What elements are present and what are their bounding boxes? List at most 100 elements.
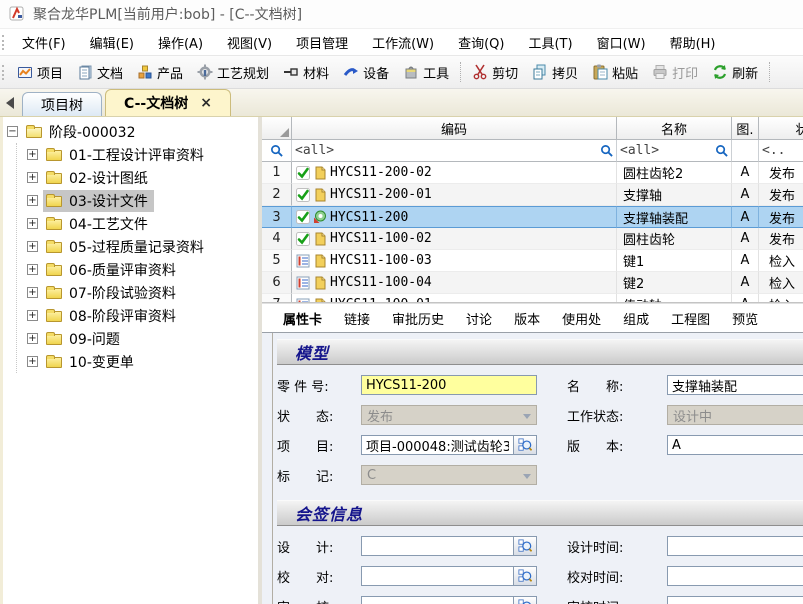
- menu-view[interactable]: 视图(V): [215, 33, 284, 52]
- tab-versions[interactable]: 版本: [503, 309, 551, 328]
- designer-lookup-button[interactable]: [513, 536, 537, 556]
- filter-name[interactable]: <all>: [617, 140, 732, 162]
- folder-icon: [46, 196, 62, 207]
- expand-icon[interactable]: [27, 241, 38, 252]
- tree-item-09[interactable]: 09-问题: [17, 327, 258, 350]
- project-lookup-button[interactable]: [513, 435, 537, 455]
- toolbar-refresh-button[interactable]: 刷新: [705, 60, 765, 85]
- toolbar-process-planning-button[interactable]: 工艺规划: [190, 60, 276, 85]
- checked-out-icon: [296, 210, 310, 224]
- check-time-field[interactable]: [667, 566, 803, 586]
- tree-item-04[interactable]: 04-工艺文件: [17, 212, 258, 235]
- table-row-6[interactable]: 6 HYCS11-100-04 键2 A 检入: [262, 272, 803, 294]
- tab-approval-history[interactable]: 审批历史: [381, 309, 455, 328]
- auditor-lookup-button[interactable]: [513, 596, 537, 604]
- toolbar-cut-button[interactable]: 剪切: [465, 60, 525, 85]
- version-field[interactable]: [667, 435, 803, 455]
- expand-icon[interactable]: [27, 264, 38, 275]
- part-number-field[interactable]: [361, 375, 537, 395]
- filter-code[interactable]: <all>: [292, 140, 617, 162]
- work-state-label: 工作状态:: [567, 406, 667, 425]
- toolbar-print-label: 打印: [672, 63, 698, 82]
- column-header-code[interactable]: 编码: [292, 117, 617, 140]
- tree-item-root[interactable]: 阶段-000032: [7, 120, 258, 143]
- collapse-icon[interactable]: [7, 126, 18, 137]
- menu-window[interactable]: 窗口(W): [585, 33, 658, 52]
- toolbar-document-button[interactable]: 文档: [70, 60, 130, 85]
- tree-item-01[interactable]: 01-工程设计评审资料: [17, 143, 258, 166]
- name-label: 名 称:: [567, 376, 667, 395]
- menu-action[interactable]: 操作(A): [146, 33, 215, 52]
- designer-field[interactable]: [361, 536, 513, 556]
- tree-item-10[interactable]: 10-变更单: [17, 350, 258, 373]
- menu-workflow[interactable]: 工作流(W): [360, 33, 446, 52]
- name-field[interactable]: [667, 375, 803, 395]
- tree-item-05[interactable]: 05-过程质量记录资料: [17, 235, 258, 258]
- table-header-row: 编码 名称 图. 状态: [262, 117, 803, 140]
- tree-item-06[interactable]: 06-质量评审资料: [17, 258, 258, 281]
- audit-time-field[interactable]: [667, 596, 803, 604]
- menu-tools[interactable]: 工具(T): [516, 33, 584, 52]
- tree-item-03[interactable]: 03-设计文件: [17, 189, 258, 212]
- tab-composition[interactable]: 组成: [612, 309, 660, 328]
- toolbar-product-button[interactable]: 产品: [130, 60, 190, 85]
- state-label: 状 态:: [277, 406, 361, 425]
- filter-status[interactable]: <..: [759, 140, 803, 162]
- auditor-field-group: [361, 596, 537, 604]
- table-row-1[interactable]: 1 HYCS11-200-02 圆柱齿轮2 A 发布: [262, 162, 803, 184]
- tree-item-08[interactable]: 08-阶段评审资料: [17, 304, 258, 327]
- tab-engineering-drawing[interactable]: 工程图: [660, 309, 721, 328]
- auditor-field[interactable]: [361, 596, 513, 604]
- expand-icon[interactable]: [27, 356, 38, 367]
- filter-cell[interactable]: [262, 140, 292, 162]
- tree-item-07[interactable]: 07-阶段试验资料: [17, 281, 258, 304]
- toolbar-print-button[interactable]: 打印: [645, 60, 705, 85]
- menu-query[interactable]: 查询(Q): [446, 33, 516, 52]
- expand-icon[interactable]: [27, 195, 38, 206]
- column-header-drawing[interactable]: 图.: [732, 117, 759, 140]
- menu-grip: [2, 35, 7, 50]
- window-title: 聚合龙华PLM[当前用户:bob] - [C--文档树]: [33, 4, 302, 24]
- toolbar-paste-button[interactable]: 粘贴: [585, 60, 645, 85]
- table-row-2[interactable]: 2 HYCS11-200-01 支撑轴 A 发布: [262, 184, 803, 206]
- column-header-name[interactable]: 名称: [617, 117, 732, 140]
- section-signoff: 会签信息: [277, 500, 803, 526]
- tab-close-icon[interactable]: ×: [200, 95, 212, 111]
- tab-project-tree[interactable]: 项目树: [22, 92, 102, 116]
- expand-icon[interactable]: [27, 310, 38, 321]
- table-row-5[interactable]: 5 HYCS11-100-03 键1 A 检入: [262, 250, 803, 272]
- toolbar-material-button[interactable]: 材料: [276, 60, 336, 85]
- expand-icon[interactable]: [27, 149, 38, 160]
- menu-project-mgmt[interactable]: 项目管理: [284, 33, 360, 52]
- table-row-7[interactable]: 7 HYCS11-100-01 传动轴 A 检入: [262, 294, 803, 303]
- tab-discussion[interactable]: 讨论: [455, 309, 503, 328]
- table-row-3-selected[interactable]: 3 HYCS11-200 支撑轴装配 A 发布: [262, 206, 803, 228]
- tree-item-02[interactable]: 02-设计图纸: [17, 166, 258, 189]
- toolbar-tools-button[interactable]: 工具: [396, 60, 456, 85]
- menu-file[interactable]: 文件(F): [10, 33, 78, 52]
- tab-scroll-left-icon[interactable]: [6, 97, 14, 109]
- toolbar-equipment-button[interactable]: 设备: [336, 60, 396, 85]
- tab-links[interactable]: 链接: [333, 309, 381, 328]
- tab-preview[interactable]: 预览: [721, 309, 769, 328]
- checker-field[interactable]: [361, 566, 513, 586]
- select-all-corner[interactable]: [262, 117, 292, 140]
- project-field[interactable]: [361, 435, 513, 455]
- menu-help[interactable]: 帮助(H): [658, 33, 728, 52]
- tab-doc-tree[interactable]: C--文档树 ×: [105, 89, 231, 116]
- toolbar-project-button[interactable]: 项目: [10, 60, 70, 85]
- toolbar-copy-button[interactable]: 拷贝: [525, 60, 585, 85]
- menu-edit[interactable]: 编辑(E): [78, 33, 146, 52]
- tab-attribute-card[interactable]: 属性卡: [272, 309, 333, 328]
- checker-lookup-button[interactable]: [513, 566, 537, 586]
- toolbar-separator: [460, 62, 461, 82]
- column-header-status[interactable]: 状态: [759, 117, 803, 140]
- table-row-4[interactable]: 4 HYCS11-100-02 圆柱齿轮 A 发布: [262, 228, 803, 250]
- expand-icon[interactable]: [27, 333, 38, 344]
- expand-icon[interactable]: [27, 172, 38, 183]
- expand-icon[interactable]: [27, 287, 38, 298]
- tab-where-used[interactable]: 使用处: [551, 309, 612, 328]
- design-time-field[interactable]: [667, 536, 803, 556]
- filter-drawing[interactable]: [732, 140, 759, 162]
- expand-icon[interactable]: [27, 218, 38, 229]
